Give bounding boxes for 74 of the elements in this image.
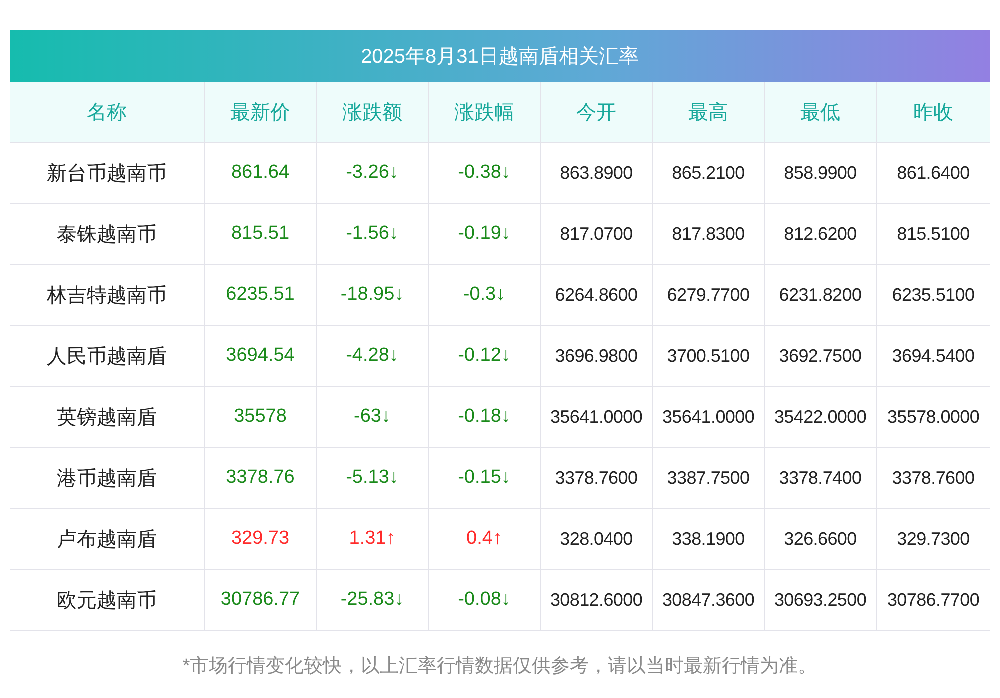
table-cell: 863.8900: [541, 142, 653, 203]
table-cell: -0.3↓: [429, 264, 541, 325]
table-cell: 3692.7500: [765, 325, 877, 386]
table-cell: 30812.6000: [541, 569, 653, 630]
table-cell: 35578.0000: [877, 386, 990, 447]
table-cell: 港币越南盾: [10, 447, 205, 508]
column-header: 涨跌额: [317, 82, 429, 142]
table-cell: 861.6400: [877, 142, 990, 203]
table-cell: 858.9900: [765, 142, 877, 203]
table-cell: 3694.54: [205, 325, 317, 386]
table-cell: 6235.5100: [877, 264, 990, 325]
table-cell: 卢布越南盾: [10, 508, 205, 569]
table-cell: 30786.7700: [877, 569, 990, 630]
table-cell: 英镑越南盾: [10, 386, 205, 447]
table-cell: 329.73: [205, 508, 317, 569]
table-cell: 3378.7400: [765, 447, 877, 508]
table-cell: 6235.51: [205, 264, 317, 325]
table-cell: -0.19↓: [429, 203, 541, 264]
table-cell: 人民币越南盾: [10, 325, 205, 386]
table-cell: 0.4↑: [429, 508, 541, 569]
table-cell: 欧元越南币: [10, 569, 205, 630]
table-cell: -18.95↓: [317, 264, 429, 325]
table-cell: 30693.2500: [765, 569, 877, 630]
table-cell: 817.8300: [653, 203, 765, 264]
table-cell: 3700.5100: [653, 325, 765, 386]
table-cell: 815.5100: [877, 203, 990, 264]
table-cell: -0.15↓: [429, 447, 541, 508]
table-cell: 林吉特越南币: [10, 264, 205, 325]
column-header: 最高: [653, 82, 765, 142]
column-header: 昨收: [877, 82, 990, 142]
table-cell: 329.7300: [877, 508, 990, 569]
table-cell: 35422.0000: [765, 386, 877, 447]
table-cell: 30847.3600: [653, 569, 765, 630]
table-cell: -0.18↓: [429, 386, 541, 447]
table-cell: -4.28↓: [317, 325, 429, 386]
table-cell: 861.64: [205, 142, 317, 203]
table-cell: -5.13↓: [317, 447, 429, 508]
table-cell: -25.83↓: [317, 569, 429, 630]
table-cell: 3387.7500: [653, 447, 765, 508]
table-cell: 3378.7600: [877, 447, 990, 508]
column-header: 最新价: [205, 82, 317, 142]
table-cell: -63↓: [317, 386, 429, 447]
table-cell: 338.1900: [653, 508, 765, 569]
column-header: 最低: [765, 82, 877, 142]
table-cell: 3694.5400: [877, 325, 990, 386]
table-cell: -0.12↓: [429, 325, 541, 386]
column-header: 名称: [10, 82, 205, 142]
table-cell: -0.38↓: [429, 142, 541, 203]
table-cell: 35641.0000: [541, 386, 653, 447]
table-cell: 6279.7700: [653, 264, 765, 325]
table-cell: 6231.8200: [765, 264, 877, 325]
table-cell: 35578: [205, 386, 317, 447]
disclaimer-note: *市场行情变化较快，以上汇率行情数据仅供参考，请以当时最新行情为准。: [182, 655, 818, 679]
table-cell: 30786.77: [205, 569, 317, 630]
table-title: 2025年8月31日越南盾相关汇率: [10, 30, 990, 82]
column-header: 涨跌幅: [429, 82, 541, 142]
table-cell: -0.08↓: [429, 569, 541, 630]
table-cell: -3.26↓: [317, 142, 429, 203]
table-cell: 328.0400: [541, 508, 653, 569]
table-cell: 6264.8600: [541, 264, 653, 325]
table-cell: 35641.0000: [653, 386, 765, 447]
table-cell: 3378.7600: [541, 447, 653, 508]
table-cell: 3378.76: [205, 447, 317, 508]
table-cell: 326.6600: [765, 508, 877, 569]
table-cell: 865.2100: [653, 142, 765, 203]
table-cell: 1.31↑: [317, 508, 429, 569]
table-cell: 新台币越南币: [10, 142, 205, 203]
column-header: 今开: [541, 82, 653, 142]
table-cell: 812.6200: [765, 203, 877, 264]
table-cell: 3696.9800: [541, 325, 653, 386]
table-cell: 815.51: [205, 203, 317, 264]
table-cell: -1.56↓: [317, 203, 429, 264]
table-cell: 泰铢越南币: [10, 203, 205, 264]
table-cell: 817.0700: [541, 203, 653, 264]
